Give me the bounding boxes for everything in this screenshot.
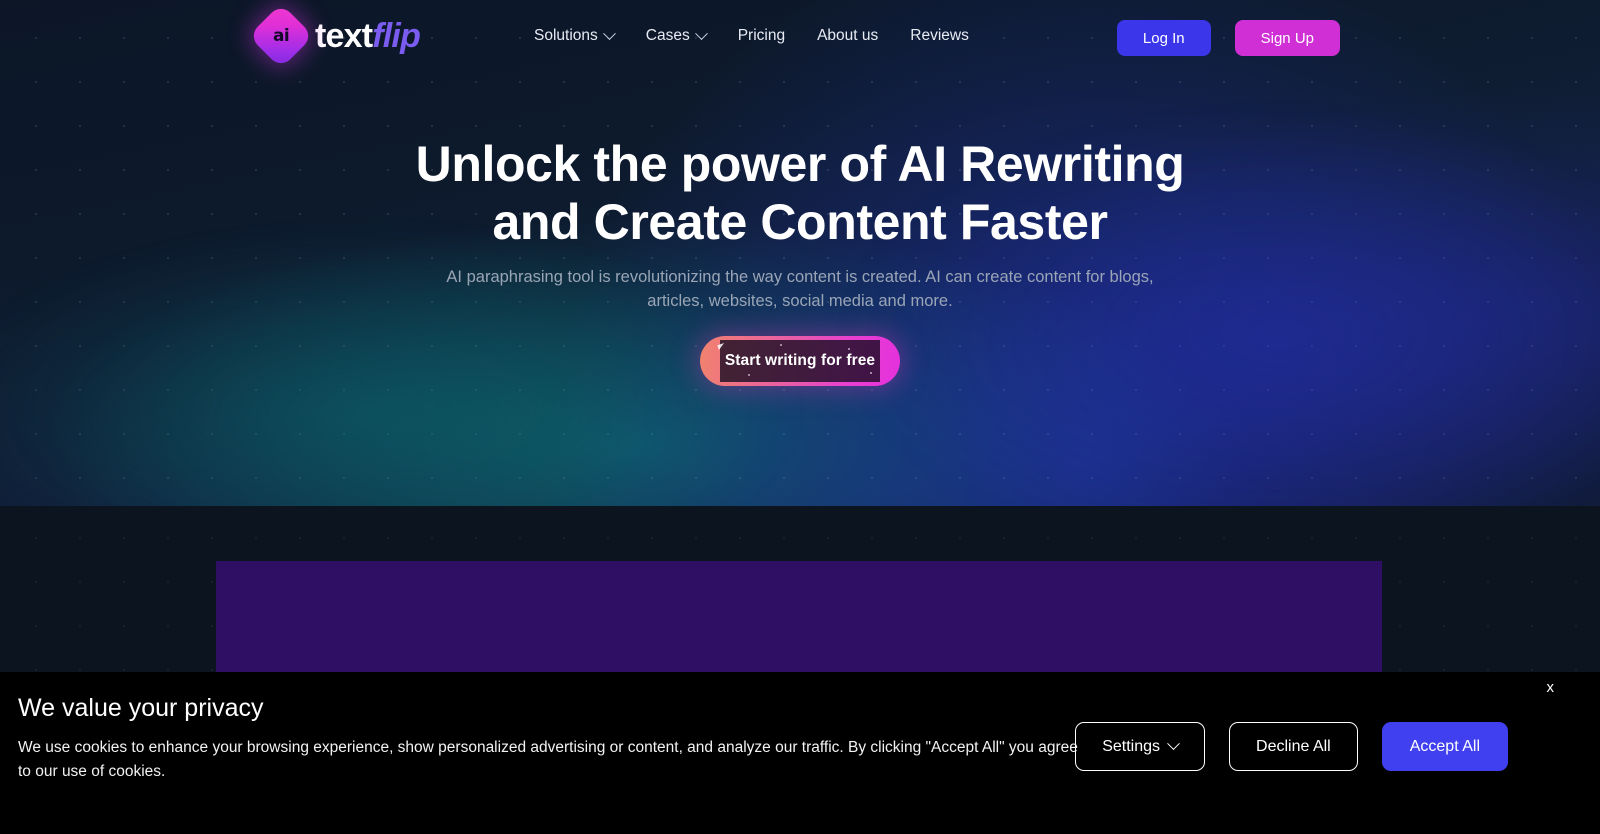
sparkle-dot [848,348,850,350]
page-title: Unlock the power of AI Rewriting and Cre… [415,136,1185,250]
chevron-down-icon [602,26,616,40]
sparkle-dot [870,372,872,374]
hero-cta-wrapper: Start writing for free [700,336,900,386]
landing-page: ai textflip Solutions Cases Pricing Abou… [0,0,1600,834]
log-in-button[interactable]: Log In [1116,20,1211,56]
decline-all-button[interactable]: Decline All [1229,722,1358,771]
nav-label-solutions: Solutions [534,27,598,44]
auth-buttons: Log In Sign Up [1116,20,1340,56]
nav-item-solutions[interactable]: Solutions [534,26,616,45]
sign-up-button[interactable]: Sign Up [1234,20,1340,56]
cookie-consent-banner: We value your privacy We use cookies to … [0,672,1600,834]
nav-label-cases: Cases [645,27,690,44]
nav-item-pricing[interactable]: Pricing [738,27,785,45]
logo-diamond-icon: ai [248,3,314,69]
nav-label-reviews: Reviews [910,27,969,44]
logo-mark-text: ai [272,26,290,46]
chevron-down-icon [694,26,708,40]
start-writing-button[interactable]: Start writing for free [700,336,900,386]
chevron-down-icon [1167,737,1180,751]
main-navigation: Solutions Cases Pricing About us Reviews [534,26,969,45]
nav-label-pricing: Pricing [737,27,786,44]
hero-subtitle: AI paraphrasing tool is revolutionizing … [446,268,1154,311]
accept-all-button[interactable]: Accept All [1381,722,1508,771]
nav-item-about-us[interactable]: About us [817,27,878,45]
logo-word-flip: flip [372,17,421,55]
logo[interactable]: ai textflip [248,3,421,69]
site-header: ai textflip Solutions Cases Pricing Abou… [0,0,1600,76]
sparkle-dot [780,344,782,346]
logo-word-text: text [315,17,373,55]
logo-wordmark: textflip [315,17,421,55]
close-icon[interactable]: x [1547,680,1555,695]
cta-label: Start writing for free [724,352,876,369]
cookie-banner-title: We value your privacy [18,694,264,722]
nav-item-cases[interactable]: Cases [645,26,708,45]
cookie-settings-label: Settings [1102,737,1161,755]
cookie-banner-text: We use cookies to enhance your browsing … [18,739,1078,781]
nav-label-about-us: About us [817,27,879,44]
cookie-settings-button[interactable]: Settings [1075,722,1206,771]
cookie-banner-actions: Settings Decline All Accept All [1075,722,1508,771]
sparkle-dot [748,374,750,376]
nav-item-reviews[interactable]: Reviews [910,27,969,45]
